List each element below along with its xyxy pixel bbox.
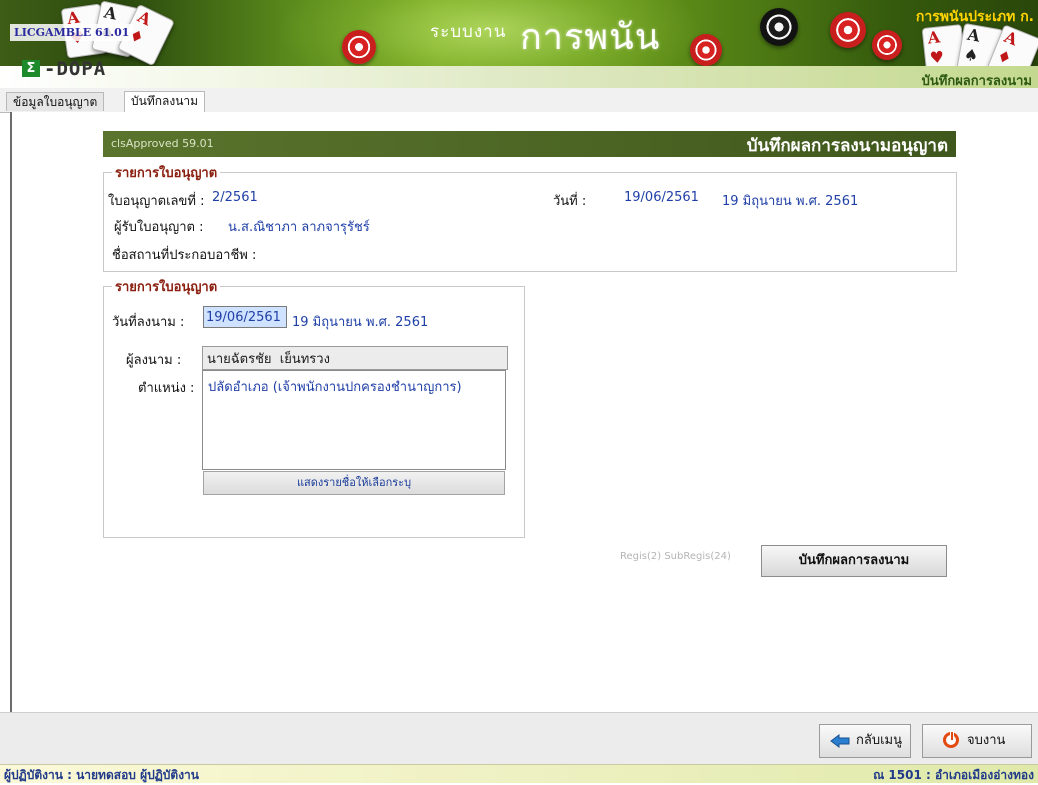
- license-no-value: 2/2561: [212, 190, 258, 205]
- tab-sign-record[interactable]: บันทึกลงนาม: [124, 91, 206, 112]
- casino-chip-icon: [830, 12, 866, 48]
- position-textarea[interactable]: ปลัดอำเภอ (เจ้าพนักงานปกครองชำนาญการ): [202, 370, 506, 470]
- casino-chip-icon: [690, 34, 722, 66]
- back-to-menu-label: กลับเมนู: [856, 733, 902, 748]
- exit-button[interactable]: จบงาน: [922, 724, 1032, 758]
- back-to-menu-button[interactable]: กลับเมนู: [819, 724, 911, 758]
- office-status: ณ 1501 : อำเภอเมืองอ่างทอง: [873, 768, 1034, 782]
- logo-text: -DOPA: [44, 58, 107, 80]
- back-arrow-icon: [830, 734, 850, 748]
- form-header: clsApproved 59.01 บันทึกผลการลงนามอนุญาต: [103, 131, 956, 157]
- show-signer-list-button[interactable]: แสดงรายชื่อให้เลือกระบุ: [203, 471, 505, 495]
- regis-info: Regis(2) SubRegis(24): [620, 551, 731, 562]
- license-no-label: ใบอนุญาตเลขที่ :: [108, 194, 205, 209]
- casino-chip-icon: [342, 30, 376, 64]
- power-icon: [943, 731, 959, 748]
- tab-bar: ข้อมูลใบอนุญาต บันทึกลงนาม: [0, 88, 1038, 113]
- sign-date-label: วันที่ลงนาม :: [112, 315, 185, 330]
- license-date-text: 19 มิถุนายน พ.ศ. 2561: [722, 194, 859, 209]
- license-date-label: วันที่ :: [553, 194, 587, 209]
- form-title: บันทึกผลการลงนามอนุญาต: [746, 136, 948, 156]
- app-title-prefix: ระบบงาน: [430, 22, 507, 42]
- holder-value: น.ส.ณิชาภา ลาภจารุรัชร์: [228, 220, 370, 235]
- status-bar: ผู้ปฏิบัติงาน : นายทดสอบ ผู้ปฏิบัติงาน ณ…: [0, 764, 1038, 783]
- license-info-legend: รายการใบอนุญาต: [115, 166, 218, 181]
- page-subtitle: บันทึกผลการลงนาม: [921, 74, 1032, 88]
- app-title: การพนัน: [520, 17, 661, 58]
- sign-date-text: 19 มิถุนายน พ.ศ. 2561: [292, 315, 429, 330]
- logo-sigma-icon: Σ: [22, 60, 40, 77]
- casino-chip-icon: [760, 8, 798, 46]
- license-date-value: 19/06/2561: [624, 190, 699, 205]
- position-label: ตำแหน่ง :: [138, 381, 195, 396]
- operator-status: ผู้ปฏิบัติงาน : นายทดสอบ ผู้ปฏิบัติงาน: [4, 768, 199, 782]
- signer-input[interactable]: [202, 346, 508, 370]
- form-code: clsApproved 59.01: [111, 137, 214, 150]
- banner-strip: [0, 66, 1038, 88]
- sign-date-input[interactable]: [203, 306, 287, 328]
- app-banner: A♥ A♠ A♦ A♥ A♠ A♦ LICGAMBLE 61.01 Σ -DOP…: [0, 0, 1038, 88]
- exit-label: จบงาน: [967, 733, 1006, 748]
- sign-info-legend: รายการใบอนุญาต: [115, 280, 218, 295]
- app-code: LICGAMBLE 61.01: [10, 24, 134, 41]
- tab-license-info[interactable]: ข้อมูลใบอนุญาต: [6, 92, 105, 111]
- signer-label: ผู้ลงนาม :: [126, 353, 182, 368]
- holder-label: ผู้รับใบอนุญาต :: [114, 220, 204, 235]
- workplace-label: ชื่อสถานที่ประกอบอาชีพ :: [112, 248, 257, 263]
- save-signing-button[interactable]: บันทึกผลการลงนาม: [761, 545, 947, 577]
- casino-chip-icon: [872, 30, 902, 60]
- gambling-type-label: การพนันประเภท ก.: [915, 9, 1034, 25]
